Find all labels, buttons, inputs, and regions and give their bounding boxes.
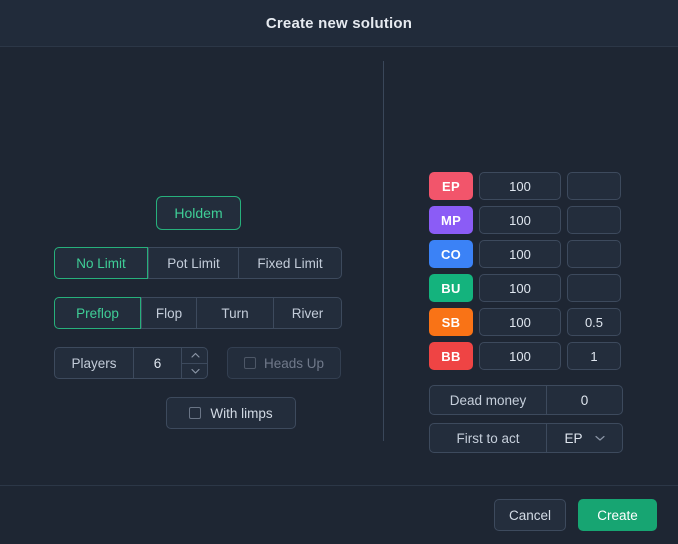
position-row-bu: BU 100 — [429, 274, 621, 302]
position-badge-bu[interactable]: BU — [429, 274, 473, 302]
dead-money-input[interactable]: 0 — [547, 385, 623, 415]
stack-input-bb[interactable]: 100 — [479, 342, 561, 370]
street-option-flop[interactable]: Flop — [141, 297, 197, 329]
position-row-bb: BB 100 1 — [429, 342, 621, 370]
blind-input-co[interactable] — [567, 240, 621, 268]
position-row-ep: EP 100 — [429, 172, 621, 200]
first-to-act-value: EP — [564, 430, 583, 446]
cancel-button[interactable]: Cancel — [494, 499, 566, 531]
position-badge-ep[interactable]: EP — [429, 172, 473, 200]
players-label: Players — [54, 347, 134, 379]
limit-type-group: No Limit Pot Limit Fixed Limit — [54, 247, 342, 279]
position-badge-bb[interactable]: BB — [429, 342, 473, 370]
blind-input-mp[interactable] — [567, 206, 621, 234]
heads-up-checkbox-icon — [243, 357, 256, 369]
chevron-down-icon — [594, 435, 605, 441]
players-stepper — [182, 347, 208, 379]
players-decrement-button[interactable] — [182, 363, 207, 378]
limit-option-no-limit[interactable]: No Limit — [54, 247, 148, 279]
blind-input-bu[interactable] — [567, 274, 621, 302]
dead-money-control: Dead money 0 — [429, 385, 623, 415]
street-group: Preflop Flop Turn River — [54, 297, 342, 329]
players-input[interactable]: 6 — [134, 347, 182, 379]
create-button[interactable]: Create — [578, 499, 657, 531]
stack-input-mp[interactable]: 100 — [479, 206, 561, 234]
street-option-river[interactable]: River — [274, 297, 342, 329]
limit-option-fixed-limit[interactable]: Fixed Limit — [239, 247, 342, 279]
first-to-act-select[interactable]: EP — [547, 423, 623, 453]
with-limps-label: With limps — [210, 405, 273, 421]
first-to-act-control: First to act EP — [429, 423, 623, 453]
position-badge-sb[interactable]: SB — [429, 308, 473, 336]
blind-input-ep[interactable] — [567, 172, 621, 200]
position-badge-mp[interactable]: MP — [429, 206, 473, 234]
left-panel: Holdem No Limit Pot Limit Fixed Limit Pr… — [0, 47, 383, 485]
heads-up-toggle[interactable]: Heads Up — [227, 347, 341, 379]
street-option-turn[interactable]: Turn — [197, 297, 274, 329]
street-option-preflop[interactable]: Preflop — [54, 297, 141, 329]
stack-input-sb[interactable]: 100 — [479, 308, 561, 336]
game-type-holdem-button[interactable]: Holdem — [156, 196, 241, 230]
position-row-co: CO 100 — [429, 240, 621, 268]
players-increment-button[interactable] — [182, 348, 207, 363]
game-type-group: Holdem — [156, 196, 241, 230]
heads-up-label: Heads Up — [263, 355, 325, 371]
create-solution-dialog: Create new solution Holdem No Limit Pot … — [0, 0, 678, 544]
position-row-sb: SB 100 0.5 — [429, 308, 621, 336]
with-limps-toggle[interactable]: With limps — [166, 397, 296, 429]
players-control: Players 6 — [54, 347, 208, 379]
dialog-header: Create new solution — [0, 0, 678, 47]
position-row-mp: MP 100 — [429, 206, 621, 234]
blind-input-bb[interactable]: 1 — [567, 342, 621, 370]
stack-input-ep[interactable]: 100 — [479, 172, 561, 200]
with-limps-checkbox-icon — [189, 407, 202, 419]
dialog-body: Holdem No Limit Pot Limit Fixed Limit Pr… — [0, 47, 678, 485]
stack-input-bu[interactable]: 100 — [479, 274, 561, 302]
chevron-down-icon — [191, 368, 200, 375]
blind-input-sb[interactable]: 0.5 — [567, 308, 621, 336]
stack-input-co[interactable]: 100 — [479, 240, 561, 268]
first-to-act-label: First to act — [429, 423, 547, 453]
chevron-up-icon — [191, 352, 200, 359]
limit-option-pot-limit[interactable]: Pot Limit — [148, 247, 239, 279]
right-panel: EP 100 MP 100 CO 100 BU 100 SB 100 0.5 B… — [383, 47, 678, 485]
position-badge-co[interactable]: CO — [429, 240, 473, 268]
dialog-title: Create new solution — [265, 14, 413, 32]
dialog-footer: Cancel Create — [0, 485, 678, 544]
dead-money-label: Dead money — [429, 385, 547, 415]
